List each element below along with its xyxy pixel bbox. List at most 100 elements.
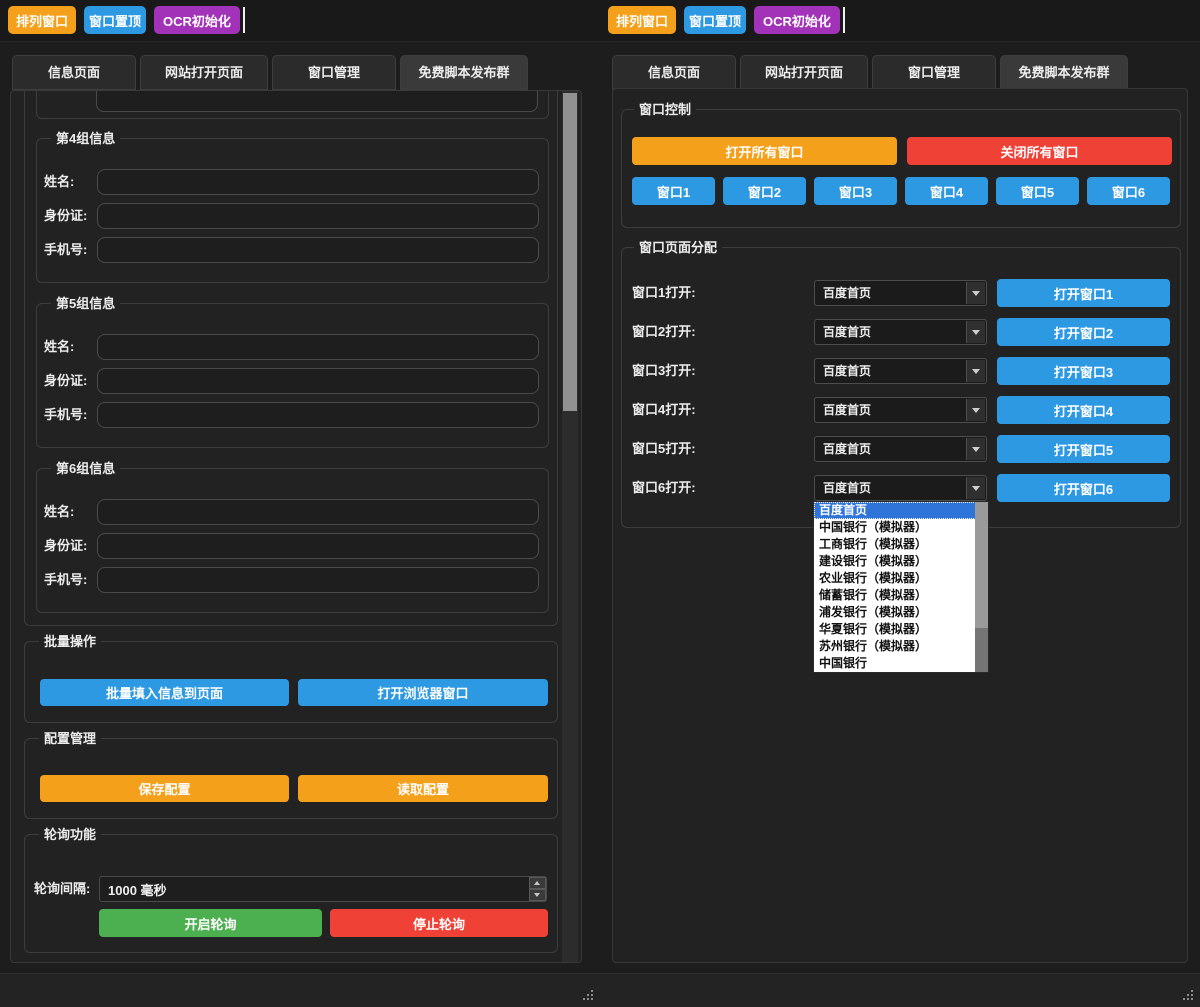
name-label: 姓名:	[44, 334, 74, 360]
tab-free-script-group[interactable]: 免费脚本发布群	[400, 55, 528, 90]
scrollbar-thumb[interactable]	[563, 93, 577, 411]
dropdown-scrollbar-thumb[interactable]	[975, 502, 988, 628]
window6-open-label: 窗口6打开:	[632, 475, 696, 501]
phone-label: 手机号:	[44, 237, 87, 263]
ocr-init-button[interactable]: OCR初始化	[754, 6, 840, 34]
resize-grip-icon[interactable]	[1183, 990, 1194, 1001]
name-label: 姓名:	[44, 499, 74, 525]
dropdown-scrollbar[interactable]	[975, 502, 988, 672]
tab-info-page[interactable]: 信息页面	[612, 55, 736, 90]
name-input[interactable]	[97, 334, 539, 360]
dropdown-option[interactable]: 苏州银行（模拟器）	[814, 638, 976, 655]
window2-open-label: 窗口2打开:	[632, 319, 696, 345]
open-window-5-button[interactable]: 打开窗口5	[997, 435, 1170, 463]
dropdown-option[interactable]: 储蓄银行（模拟器）	[814, 587, 976, 604]
tab-free-script-group[interactable]: 免费脚本发布群	[1000, 55, 1128, 90]
tab-website-open-page[interactable]: 网站打开页面	[140, 55, 268, 90]
window1-page-select[interactable]: 百度首页	[814, 280, 987, 306]
close-all-windows-button[interactable]: 关闭所有窗口	[907, 137, 1172, 165]
dropdown-option[interactable]: 中国银行（模拟器）	[814, 519, 976, 536]
chevron-down-icon	[966, 321, 985, 343]
save-config-button[interactable]: 保存配置	[40, 775, 289, 802]
window-topmost-button[interactable]: 窗口置顶	[84, 6, 146, 34]
group-title: 配置管理	[39, 730, 101, 747]
window6-page-select[interactable]: 百度首页	[814, 475, 987, 501]
tab-window-manage[interactable]: 窗口管理	[872, 55, 996, 90]
resize-grip-icon[interactable]	[583, 990, 594, 1001]
select-value: 百度首页	[823, 442, 871, 456]
batch-operations-group: 批量操作 批量填入信息到页面 打开浏览器窗口	[24, 641, 558, 723]
chevron-down-icon	[966, 399, 985, 421]
window-1-button[interactable]: 窗口1	[632, 177, 715, 205]
window-4-button[interactable]: 窗口4	[905, 177, 988, 205]
tab-info-page[interactable]: 信息页面	[12, 55, 136, 90]
group-title: 窗口页面分配	[634, 239, 722, 256]
start-polling-button[interactable]: 开启轮询	[99, 909, 322, 937]
dropdown-option[interactable]: 农业银行（模拟器）	[814, 570, 976, 587]
open-all-windows-button[interactable]: 打开所有窗口	[632, 137, 897, 165]
left-app-window: 排列窗口 窗口置顶 OCR初始化 信息页面 网站打开页面 窗口管理 免费脚本发布…	[0, 0, 600, 1007]
window-topmost-button[interactable]: 窗口置顶	[684, 6, 746, 34]
select-value: 百度首页	[823, 286, 871, 300]
window-5-button[interactable]: 窗口5	[996, 177, 1079, 205]
info-group-5: 第5组信息 姓名: 身份证: 手机号:	[36, 303, 549, 448]
open-window-3-button[interactable]: 打开窗口3	[997, 357, 1170, 385]
info-group-6: 第6组信息 姓名: 身份证: 手机号:	[36, 468, 549, 613]
window5-open-label: 窗口5打开:	[632, 436, 696, 462]
window5-page-select[interactable]: 百度首页	[814, 436, 987, 462]
open-browser-window-button[interactable]: 打开浏览器窗口	[298, 679, 548, 706]
spinner-up-button[interactable]	[529, 877, 546, 889]
tab-website-open-page[interactable]: 网站打开页面	[740, 55, 868, 90]
polling-interval-label: 轮询间隔:	[34, 876, 90, 902]
select-value: 百度首页	[823, 364, 871, 378]
name-input[interactable]	[97, 169, 539, 195]
window3-open-label: 窗口3打开:	[632, 358, 696, 384]
open-window-2-button[interactable]: 打开窗口2	[997, 318, 1170, 346]
group-title: 第5组信息	[51, 295, 120, 312]
select-value: 百度首页	[823, 325, 871, 339]
open-window-1-button[interactable]: 打开窗口1	[997, 279, 1170, 307]
arrange-windows-button[interactable]: 排列窗口	[608, 6, 676, 34]
window3-page-select[interactable]: 百度首页	[814, 358, 987, 384]
dropdown-option[interactable]: 浦发银行（模拟器）	[814, 604, 976, 621]
polling-interval-input[interactable]	[99, 876, 547, 902]
name-input[interactable]	[97, 499, 539, 525]
window-6-button[interactable]: 窗口6	[1087, 177, 1170, 205]
load-config-button[interactable]: 读取配置	[298, 775, 548, 802]
group-title: 第6组信息	[51, 460, 120, 477]
window-control-group: 窗口控制 打开所有窗口 关闭所有窗口 窗口1 窗口2 窗口3 窗口4 窗口5 窗…	[621, 109, 1181, 228]
tab-bar: 信息页面 网站打开页面 窗口管理 免费脚本发布群	[12, 55, 528, 90]
spinner-down-button[interactable]	[529, 889, 546, 901]
group-title: 第4组信息	[51, 130, 120, 147]
open-window-4-button[interactable]: 打开窗口4	[997, 396, 1170, 424]
phone-input[interactable]	[97, 237, 539, 263]
batch-fill-button[interactable]: 批量填入信息到页面	[40, 679, 289, 706]
ocr-init-button[interactable]: OCR初始化	[154, 6, 240, 34]
chevron-down-icon	[966, 282, 985, 304]
tab-window-manage[interactable]: 窗口管理	[272, 55, 396, 90]
window2-page-select[interactable]: 百度首页	[814, 319, 987, 345]
id-input[interactable]	[97, 533, 539, 559]
window4-page-select[interactable]: 百度首页	[814, 397, 987, 423]
window-2-button[interactable]: 窗口2	[723, 177, 806, 205]
arrange-windows-button[interactable]: 排列窗口	[8, 6, 76, 34]
phone-input[interactable]	[97, 567, 539, 593]
dropdown-option[interactable]: 华夏银行（模拟器）	[814, 621, 976, 638]
id-label: 身份证:	[44, 533, 87, 559]
stop-polling-button[interactable]: 停止轮询	[330, 909, 548, 937]
select-value: 百度首页	[823, 403, 871, 417]
vertical-scrollbar[interactable]	[562, 91, 578, 962]
id-input[interactable]	[97, 203, 539, 229]
dropdown-option[interactable]: 工商银行（模拟器）	[814, 536, 976, 553]
dropdown-option[interactable]: 中国银行	[814, 655, 976, 672]
id-input[interactable]	[97, 368, 539, 394]
config-management-group: 配置管理 保存配置 读取配置	[24, 738, 558, 819]
polling-group: 轮询功能 轮询间隔: 开启轮询 停止轮询	[24, 834, 558, 953]
dropdown-option[interactable]: 建设银行（模拟器）	[814, 553, 976, 570]
phone-input[interactable]	[97, 402, 539, 428]
status-bar	[600, 973, 1200, 1007]
open-window-6-button[interactable]: 打开窗口6	[997, 474, 1170, 502]
dropdown-option-selected[interactable]: 百度首页	[814, 502, 976, 519]
select-value: 百度首页	[823, 481, 871, 495]
window-3-button[interactable]: 窗口3	[814, 177, 897, 205]
